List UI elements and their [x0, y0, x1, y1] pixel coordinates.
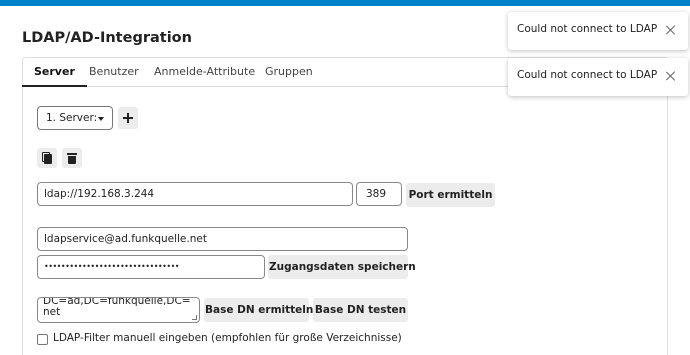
error-toast: Could not connect to LDAP — [508, 58, 688, 96]
copy-configuration-button[interactable] — [37, 148, 57, 168]
resize-handle[interactable] — [192, 315, 197, 320]
tab-benutzer[interactable]: Benutzer — [77, 57, 151, 87]
user-dn-input[interactable]: ldapservice@ad.funkquelle.net — [37, 227, 408, 251]
tab-anmelde-attribute[interactable]: Anmelde-Attribute — [142, 57, 267, 87]
port-input[interactable]: 389 — [356, 182, 402, 206]
add-server-button[interactable] — [118, 107, 138, 129]
save-credentials-button[interactable]: Zugangsdaten speichern — [268, 255, 416, 279]
base-dn-value: DC=ad,DC=funkquelle,DC=net — [43, 297, 191, 318]
tab-gruppen[interactable]: Gruppen — [253, 57, 325, 87]
base-dn-textarea[interactable]: DC=ad,DC=funkquelle,DC=net — [37, 297, 200, 323]
page-title: LDAP/AD-Integration — [22, 30, 192, 46]
manual-filter-checkbox[interactable] — [37, 334, 48, 345]
toast-message: Could not connect to LDAP — [517, 23, 658, 35]
chevron-down-icon — [98, 117, 104, 121]
close-icon[interactable] — [666, 71, 676, 81]
detect-port-button[interactable]: Port ermitteln — [406, 183, 495, 207]
host-input[interactable]: ldap://192.168.3.244 — [37, 182, 353, 206]
manual-filter-label: LDAP-Filter manuell eingeben (empfohlen … — [53, 332, 402, 344]
server-select-value: 1. Server: — [46, 112, 98, 124]
server-select[interactable]: 1. Server: — [37, 106, 113, 130]
close-icon[interactable] — [666, 25, 676, 35]
error-toast: Could not connect to LDAP — [508, 12, 688, 50]
detect-base-dn-button[interactable]: Base DN ermitteln — [204, 298, 313, 322]
test-base-dn-button[interactable]: Base DN testen — [313, 298, 408, 322]
toast-message: Could not connect to LDAP — [517, 69, 658, 81]
delete-configuration-button[interactable] — [62, 148, 82, 168]
password-input[interactable]: •••••••••••••••••••••••••••••••• — [37, 255, 265, 279]
trash-icon — [67, 153, 77, 155]
